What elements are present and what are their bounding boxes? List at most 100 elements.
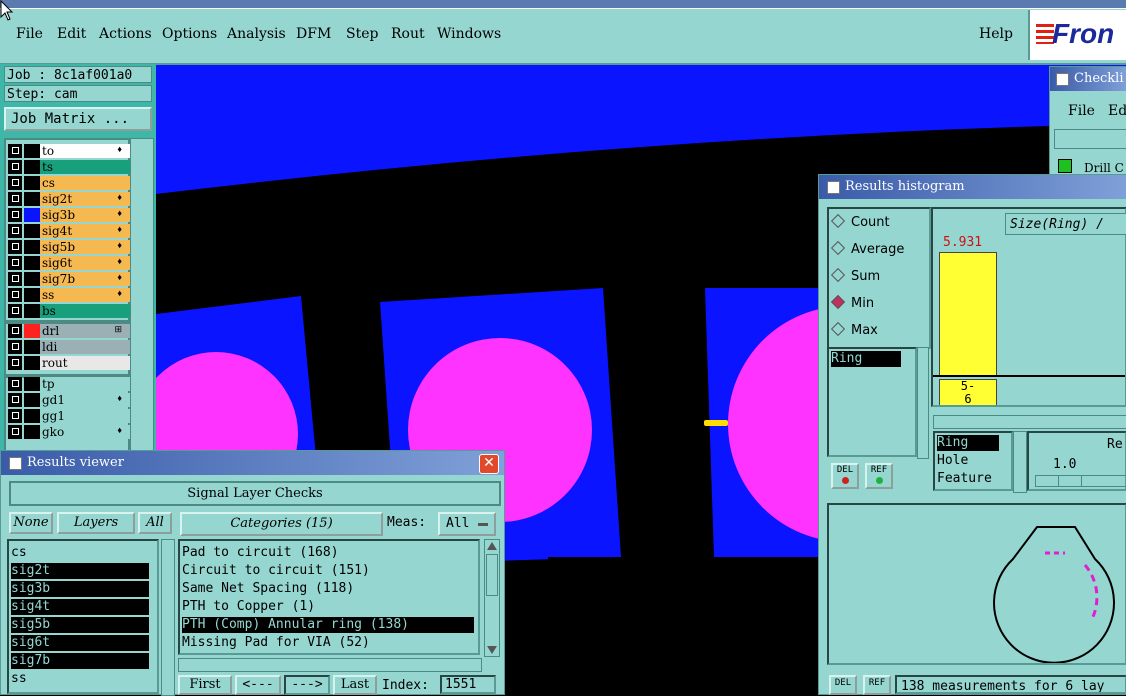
index-input[interactable]: 1551 — [440, 675, 496, 694]
layer-checkbox[interactable] — [8, 192, 22, 206]
histogram-titlebar[interactable]: Results histogram — [819, 175, 1126, 199]
layer-row-gg1[interactable]: gg1 — [8, 409, 130, 423]
menu-step[interactable]: Step — [346, 26, 378, 42]
layer-row-sig4t[interactable]: sig4t ♦ — [8, 224, 130, 238]
layer-row-gko[interactable]: gko ♦ — [8, 425, 130, 439]
layer-name[interactable]: bs — [40, 304, 130, 318]
layer-name[interactable]: ldi — [40, 340, 130, 354]
layer-color-swatch[interactable] — [24, 160, 40, 174]
prev-button[interactable]: <--- — [235, 675, 281, 695]
menu-file[interactable]: File — [16, 26, 43, 42]
category-list-item[interactable]: Pad to circuit (168) — [182, 545, 474, 561]
ref-button-bottom[interactable]: REF — [863, 675, 891, 695]
categories-list[interactable]: Pad to circuit (168) Circuit to circuit (… — [178, 539, 480, 655]
categories-button[interactable]: Categories (15) — [180, 512, 383, 536]
layer-row-ss[interactable]: ss ♦ — [8, 288, 130, 302]
layer-checkbox[interactable] — [8, 409, 22, 423]
re-slider-thumb[interactable] — [1058, 476, 1082, 486]
layer-list-item[interactable]: sig3b — [11, 581, 149, 597]
meas-dropdown[interactable]: All — [438, 512, 496, 536]
layer-row-ts[interactable]: ts — [8, 160, 130, 174]
layer-color-swatch[interactable] — [24, 208, 40, 222]
layer-color-swatch[interactable] — [24, 144, 40, 158]
layer-checkbox[interactable] — [8, 240, 22, 254]
layer-name[interactable]: tp — [40, 377, 130, 391]
layer-color-swatch[interactable] — [24, 240, 40, 254]
menu-help[interactable]: Help — [979, 26, 1013, 42]
mode-radio-min[interactable]: Min — [830, 294, 874, 311]
scroll-thumb[interactable] — [486, 554, 498, 596]
layer-checkbox[interactable] — [8, 425, 22, 439]
layer-row-sig6t[interactable]: sig6t ♦ — [8, 256, 130, 270]
layer-color-swatch[interactable] — [24, 256, 40, 270]
attribute-list[interactable]: Ring — [827, 347, 917, 457]
layer-checkbox[interactable] — [8, 393, 22, 407]
layer-color-swatch[interactable] — [24, 409, 40, 423]
del-button-bottom[interactable]: DEL — [829, 675, 857, 695]
mode-radio-count[interactable]: Count — [830, 213, 890, 230]
layer-checkbox[interactable] — [8, 224, 22, 238]
layer-row-sig5b[interactable]: sig5b ♦ — [8, 240, 130, 254]
category-list-item[interactable]: Missing Pad for VIA (52) — [182, 635, 474, 651]
layer-name[interactable]: cs — [40, 176, 130, 190]
menu-edit[interactable]: Edit — [57, 26, 86, 42]
layer-color-swatch[interactable] — [24, 393, 40, 407]
layer-row-sig3b[interactable]: sig3b ♦ — [8, 208, 130, 222]
next-button[interactable]: ---> — [284, 675, 330, 695]
menu-rout[interactable]: Rout — [391, 26, 425, 42]
last-button[interactable]: Last — [333, 675, 377, 695]
histogram-bar[interactable] — [939, 252, 997, 377]
layer-color-swatch[interactable] — [24, 356, 40, 370]
layer-row-bs[interactable]: bs — [8, 304, 130, 318]
layer-row-gd1[interactable]: gd1 ♦ — [8, 393, 130, 407]
categories-hscrollbar[interactable] — [178, 658, 482, 672]
layer-color-swatch[interactable] — [24, 304, 40, 318]
checklist-item[interactable]: Drill C — [1084, 161, 1124, 175]
layer-row-tp[interactable]: tp — [8, 377, 130, 391]
layer-list-item[interactable]: sig6t — [11, 635, 149, 651]
checklist-menu-file[interactable]: File — [1068, 103, 1095, 119]
layer-list-item[interactable]: sig5b — [11, 617, 149, 633]
layers-list-scrollbar[interactable] — [161, 539, 175, 696]
layer-color-swatch[interactable] — [24, 288, 40, 302]
job-matrix-button[interactable]: Job Matrix ... — [4, 107, 152, 131]
attribute-item[interactable]: Ring — [831, 351, 901, 367]
layer-color-swatch[interactable] — [24, 272, 40, 286]
mode-radio-average[interactable]: Average — [830, 240, 904, 257]
category-list-item[interactable]: PTH (Comp) Annular ring (138) — [182, 617, 474, 633]
menu-options[interactable]: Options — [162, 26, 217, 42]
close-icon[interactable]: ✕ — [479, 454, 499, 474]
layer-color-swatch[interactable] — [24, 340, 40, 354]
layer-row-ldi[interactable]: ldi — [8, 340, 130, 354]
layer-list-item[interactable]: cs — [11, 545, 149, 561]
layer-checkbox[interactable] — [8, 340, 22, 354]
results-viewer-titlebar[interactable]: Results viewer ✕ — [1, 451, 504, 475]
categories-scrollbar[interactable] — [484, 539, 500, 657]
layer-color-swatch[interactable] — [24, 425, 40, 439]
layer-list-item[interactable]: sig7b — [11, 653, 149, 669]
layer-checkbox[interactable] — [8, 176, 22, 190]
measure-list[interactable]: Ring Hole Feature — [933, 431, 1013, 491]
layer-list-item[interactable]: sig4t — [11, 599, 149, 615]
layer-name[interactable]: gg1 — [40, 409, 130, 423]
layer-color-swatch[interactable] — [24, 176, 40, 190]
layer-color-swatch[interactable] — [24, 377, 40, 391]
attribute-scrollbar[interactable] — [917, 347, 929, 459]
layer-name[interactable]: ts — [40, 160, 130, 174]
layer-row-cs[interactable]: cs — [8, 176, 130, 190]
chart-hscrollbar[interactable] — [933, 415, 1126, 429]
del-button[interactable]: DEL — [831, 463, 859, 489]
layer-checkbox[interactable] — [8, 272, 22, 286]
measure-list-item[interactable]: Hole — [937, 453, 999, 469]
ref-button[interactable]: REF — [865, 463, 893, 489]
layer-row-to[interactable]: to ♦ — [8, 144, 130, 158]
menu-analysis[interactable]: Analysis — [227, 26, 286, 42]
layer-checkbox[interactable] — [8, 160, 22, 174]
layer-checkbox[interactable] — [8, 208, 22, 222]
layer-checkbox[interactable] — [8, 256, 22, 270]
layers-button[interactable]: Layers — [57, 512, 135, 534]
layer-scrollbar[interactable] — [130, 138, 154, 460]
layer-row-drl[interactable]: drl ⊞ — [8, 324, 130, 338]
layers-list[interactable]: cs sig2t sig3b sig4t sig5b sig6t sig7b ss — [7, 539, 159, 694]
layer-checkbox[interactable] — [8, 356, 22, 370]
